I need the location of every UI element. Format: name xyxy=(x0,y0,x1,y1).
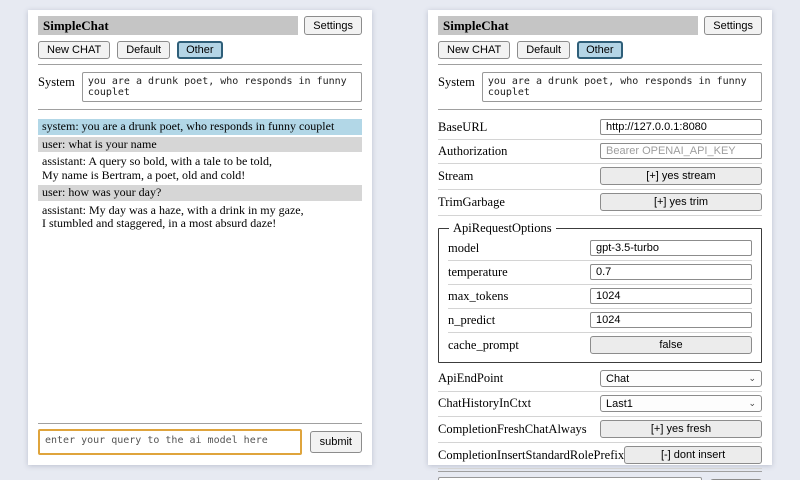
divider xyxy=(38,109,362,110)
cache-prompt-label: cache_prompt xyxy=(448,338,519,353)
submit-button[interactable]: submit xyxy=(310,431,362,453)
chat-message-user: user: how was your day? xyxy=(38,185,362,201)
setting-row-temperature: temperature xyxy=(448,261,752,285)
system-label: System xyxy=(438,72,475,102)
chat-history-select[interactable]: Last1 ⌄ xyxy=(600,395,762,412)
query-footer: submit xyxy=(438,469,762,480)
setting-row-base-url: BaseURL xyxy=(438,116,762,140)
system-prompt-row: System you are a drunk poet, who respond… xyxy=(38,72,362,102)
new-chat-button[interactable]: New CHAT xyxy=(38,41,110,59)
temperature-input[interactable] xyxy=(590,264,752,280)
api-request-options-legend: ApiRequestOptions xyxy=(449,221,556,236)
setting-row-authorization: Authorization xyxy=(438,140,762,164)
query-input[interactable] xyxy=(38,429,302,455)
setting-row-cache-prompt: cache_prompt false xyxy=(448,333,752,358)
chat-panel: SimpleChat Settings New CHAT Default Oth… xyxy=(28,10,372,465)
stream-toggle[interactable]: [+] yes stream xyxy=(600,167,762,185)
chat-message-system: system: you are a drunk poet, who respon… xyxy=(38,119,362,135)
settings-button[interactable]: Settings xyxy=(304,16,362,35)
n-predict-input[interactable] xyxy=(590,312,752,328)
setting-row-chat-history: ChatHistoryInCtxt Last1 ⌄ xyxy=(438,392,762,417)
system-label: System xyxy=(38,72,75,102)
chat-history-label: ChatHistoryInCtxt xyxy=(438,396,531,411)
session-other-button[interactable]: Other xyxy=(177,41,223,59)
setting-row-completion-fresh-chat: CompletionFreshChatAlways [+] yes fresh xyxy=(438,417,762,443)
query-footer: submit xyxy=(38,421,362,455)
chat-history-selected-value: Last1 xyxy=(606,398,633,410)
settings-panel: SimpleChat Settings New CHAT Default Oth… xyxy=(428,10,772,465)
system-prompt-input[interactable]: you are a drunk poet, who responds in fu… xyxy=(482,72,762,102)
setting-row-stream: Stream [+] yes stream xyxy=(438,164,762,190)
session-other-button[interactable]: Other xyxy=(577,41,623,59)
chat-message-user: user: what is your name xyxy=(38,137,362,153)
divider xyxy=(438,471,762,472)
divider xyxy=(438,109,762,110)
titlebar: SimpleChat Settings xyxy=(438,16,762,35)
setting-row-max-tokens: max_tokens xyxy=(448,285,752,309)
chevron-down-icon: ⌄ xyxy=(748,374,756,383)
chevron-down-icon: ⌄ xyxy=(748,399,756,408)
trim-garbage-toggle[interactable]: [+] yes trim xyxy=(600,193,762,211)
system-prompt-row: System you are a drunk poet, who respond… xyxy=(438,72,762,102)
stream-label: Stream xyxy=(438,169,473,184)
api-endpoint-select[interactable]: Chat ⌄ xyxy=(600,370,762,387)
new-chat-button[interactable]: New CHAT xyxy=(438,41,510,59)
setting-row-api-endpoint: ApiEndPoint Chat ⌄ xyxy=(438,367,762,392)
base-url-label: BaseURL xyxy=(438,120,487,135)
n-predict-label: n_predict xyxy=(448,313,495,328)
base-url-input[interactable] xyxy=(600,119,762,135)
divider xyxy=(438,64,762,65)
setting-row-trim-garbage: TrimGarbage [+] yes trim xyxy=(438,190,762,216)
model-label: model xyxy=(448,241,479,256)
divider xyxy=(38,64,362,65)
temperature-label: temperature xyxy=(448,265,508,280)
completion-fresh-chat-label: CompletionFreshChatAlways xyxy=(438,422,587,437)
chat-message-assistant: assistant: A query so bold, with a tale … xyxy=(38,154,362,183)
session-default-button[interactable]: Default xyxy=(517,41,570,59)
titlebar: SimpleChat Settings xyxy=(38,16,362,35)
api-request-options-fieldset: ApiRequestOptions model temperature max_… xyxy=(438,221,762,363)
completion-insert-role-prefix-label: CompletionInsertStandardRolePrefix xyxy=(438,448,624,463)
max-tokens-input[interactable] xyxy=(590,288,752,304)
cache-prompt-toggle[interactable]: false xyxy=(590,336,752,354)
authorization-input[interactable] xyxy=(600,143,762,159)
chat-message-list: system: you are a drunk poet, who respon… xyxy=(38,119,362,421)
settings-list: BaseURL Authorization Stream [+] yes str… xyxy=(438,116,762,469)
setting-row-completion-insert-role-prefix: CompletionInsertStandardRolePrefix [-] d… xyxy=(438,443,762,469)
chat-message-assistant: assistant: My day was a haze, with a dri… xyxy=(38,203,362,232)
session-row: New CHAT Default Other xyxy=(38,41,362,59)
api-endpoint-label: ApiEndPoint xyxy=(438,371,503,386)
app-title: SimpleChat xyxy=(438,16,698,35)
session-default-button[interactable]: Default xyxy=(117,41,170,59)
trim-garbage-label: TrimGarbage xyxy=(438,195,505,210)
system-prompt-input[interactable]: you are a drunk poet, who responds in fu… xyxy=(82,72,362,102)
authorization-label: Authorization xyxy=(438,144,507,159)
model-input[interactable] xyxy=(590,240,752,256)
completion-fresh-chat-toggle[interactable]: [+] yes fresh xyxy=(600,420,762,438)
session-row: New CHAT Default Other xyxy=(438,41,762,59)
api-endpoint-selected-value: Chat xyxy=(606,373,629,385)
max-tokens-label: max_tokens xyxy=(448,289,508,304)
setting-row-model: model xyxy=(448,237,752,261)
completion-insert-role-prefix-toggle[interactable]: [-] dont insert xyxy=(624,446,762,464)
app-title: SimpleChat xyxy=(38,16,298,35)
setting-row-n-predict: n_predict xyxy=(448,309,752,333)
settings-button[interactable]: Settings xyxy=(704,16,762,35)
divider xyxy=(38,423,362,424)
